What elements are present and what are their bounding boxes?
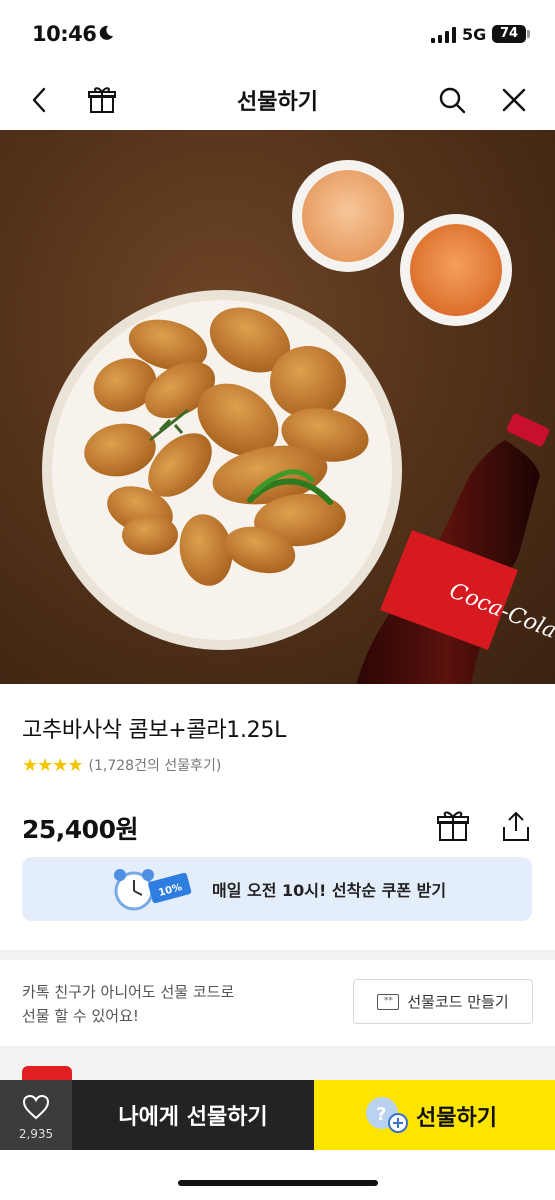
product-image: Coca-Cola <box>0 130 555 684</box>
gift-home-button[interactable] <box>82 80 122 120</box>
create-gift-code-label: 선물코드 만들기 <box>407 993 509 1011</box>
send-gift-button[interactable]: ? 선물하기 <box>314 1080 555 1150</box>
gift-code-line-2: 선물 할 수 있어요! <box>22 1007 139 1025</box>
gift-to-self-button[interactable]: 나에게 선물하기 <box>72 1080 314 1150</box>
section-divider-2 <box>0 1046 555 1080</box>
coupon-text: 매일 오전 10시! 선착순 쿠폰 받기 <box>212 881 447 900</box>
home-indicator <box>178 1180 378 1186</box>
gift-code-description: 카톡 친구가 아니어도 선물 코드로 선물 할 수 있어요! <box>22 980 234 1028</box>
rating-stars: ★★★★ <box>22 754 84 776</box>
back-button[interactable] <box>20 80 60 120</box>
product-name: 고추바사삭 콤보+콜라1.25L <box>22 718 287 743</box>
send-gift-label: 선물하기 <box>416 1106 497 1131</box>
bottom-action-bar: 2,935 나에게 선물하기 ? 선물하기 <box>0 1080 555 1150</box>
status-bar: 10:46 5G 74 <box>0 0 555 70</box>
product-price: 25,400원 <box>22 815 138 844</box>
search-icon <box>439 87 466 114</box>
chicken-plate <box>42 290 402 650</box>
signal-icon <box>431 27 456 43</box>
top-nav: 선물하기 <box>0 70 555 130</box>
close-button[interactable] <box>494 80 534 120</box>
like-button[interactable]: 2,935 <box>0 1080 72 1150</box>
gift-to-self-label: 나에게 선물하기 <box>118 1105 268 1130</box>
gift-code-icon: ** <box>377 993 400 1010</box>
rating-row[interactable]: ★★★★ (1,728건의 선물후기) <box>22 754 221 776</box>
search-button[interactable] <box>432 80 472 120</box>
status-time: 10:46 <box>32 22 97 46</box>
share-button[interactable] <box>496 806 536 846</box>
section-divider <box>0 950 555 960</box>
friend-add-icon: ? <box>366 1097 408 1133</box>
close-icon <box>502 88 526 112</box>
gift-box-icon <box>88 87 116 113</box>
heart-icon <box>22 1094 50 1120</box>
product-photo-illustration: Coca-Cola <box>42 160 555 684</box>
svg-text:?: ? <box>376 1104 386 1125</box>
network-label: 5G <box>462 25 487 44</box>
review-count[interactable]: (1,728건의 선물후기) <box>89 755 222 775</box>
gift-box-icon <box>437 811 469 841</box>
create-gift-code-button[interactable]: ** 선물코드 만들기 <box>353 979 533 1024</box>
sauce-bowl-2 <box>400 214 512 326</box>
moon-icon <box>99 25 113 40</box>
gift-wishlist-button[interactable] <box>433 806 473 846</box>
back-chevron-icon <box>32 87 46 113</box>
sauce-bowl-1 <box>292 160 404 272</box>
battery-tip <box>527 30 530 38</box>
like-count: 2,935 <box>18 1127 54 1141</box>
alarm-clock-coupon-icon: 10% <box>114 869 192 911</box>
share-icon <box>503 811 529 841</box>
coupon-banner[interactable]: 10% 매일 오전 10시! 선착순 쿠폰 받기 <box>22 857 532 921</box>
battery-icon: 74 <box>492 25 526 43</box>
gift-code-line-1: 카톡 친구가 아니어도 선물 코드로 <box>22 983 235 1001</box>
